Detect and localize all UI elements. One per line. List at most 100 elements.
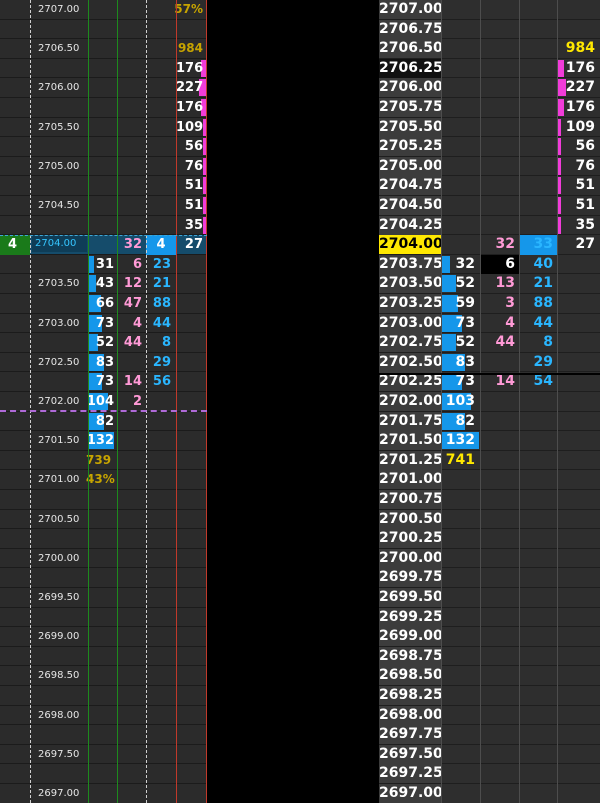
ask-volume: 35 [575,216,595,233]
price-cell[interactable]: 2701.50 [379,431,441,451]
price-cell[interactable]: 2697.25 [379,764,441,784]
ladder-row[interactable]: 2706.25 176 [379,58,600,79]
ladder-row[interactable]: 2705.50 109 [379,117,600,138]
bid-traded: 32 [123,237,142,253]
price-label: 2702.00 [38,396,80,407]
ladder-row[interactable]: 2700.00 [379,548,600,569]
price-cell[interactable]: 2706.00 [379,78,441,98]
price-cell[interactable]: 2705.50 [379,117,441,137]
ladder-row[interactable]: 2698.25 [379,686,600,706]
price-cell[interactable]: 2705.25 [379,137,441,157]
price-cell[interactable]: 2702.50 [379,352,441,372]
ladder-row[interactable]: 2700.25 [379,529,600,549]
price-cell[interactable]: 2699.25 [379,607,441,627]
ladder-row[interactable]: 2706.75 [379,19,600,40]
ladder-row[interactable]: 2699.50 [379,588,600,608]
price-cell[interactable]: 2698.75 [379,646,441,666]
price-cell[interactable]: 2706.25 [379,58,441,78]
price-cell[interactable]: 2700.00 [379,548,441,568]
price-cell[interactable]: 2700.25 [379,529,441,549]
ladder-row[interactable]: 2706.50 984 [379,39,600,59]
price-cell[interactable]: 2699.00 [379,627,441,647]
price-cell[interactable]: 2703.75 [379,254,441,274]
bid-volume: 103 [445,393,475,409]
price-cell[interactable]: 2698.50 [379,666,441,686]
price-cell[interactable]: 2706.50 [379,39,441,59]
price-cell[interactable]: 2704.75 [379,176,441,196]
ladder-row[interactable]: 2702.00 103 [379,392,600,412]
ladder-row[interactable]: 2697.50 [379,744,600,765]
price-cell[interactable]: 2700.50 [379,509,441,529]
bid-volume: 741 [445,451,475,468]
price-cell[interactable]: 2706.75 [379,19,441,39]
ladder-row[interactable]: 2704.50 51 [379,196,600,216]
price-label: 2699.00 [38,631,80,643]
ask-traded: 12 [123,276,142,292]
ask-volume: 227 [565,79,595,96]
ladder-row[interactable]: 2704.75 51 [379,176,600,196]
price-cell[interactable]: 2700.75 [379,490,441,509]
ladder-row[interactable]: 2701.50 132 [379,431,600,451]
bought-volume: 21 [533,275,553,292]
ladder-row[interactable]: 2704.25 35 [379,215,600,236]
ladder-row[interactable]: 2705.75 176 [379,98,600,118]
ladder-row[interactable]: 2701.00 [379,470,600,490]
price-cell[interactable]: 2707.00 [379,0,441,19]
ask-volume: 27 [575,236,595,253]
ladder-row[interactable]: 2704.00 32 33 27 [379,235,600,255]
ladder-row[interactable]: 2700.75 [379,490,600,510]
price-cell[interactable]: 2701.00 [379,470,441,490]
price-cell[interactable]: 2697.00 [379,784,441,803]
ladder-row[interactable]: 2703.25 59 3 88 [379,294,600,314]
price-label: 2703.00 [38,317,80,329]
bid-traded: 29 [152,354,171,370]
price-cell[interactable]: 2699.50 [379,588,441,607]
ladder-row[interactable]: 2703.75 32 6 40 [379,254,600,275]
ladder-row[interactable]: 2701.25 741 [379,450,600,471]
price-cell[interactable]: 2703.25 [379,294,441,313]
ladder-row[interactable]: 2697.00 [379,784,600,803]
price-cell[interactable]: 2701.25 [379,450,441,470]
price-cell[interactable]: 2704.25 [379,215,441,235]
ladder-row[interactable]: 2703.00 73 4 44 [379,313,600,334]
ladder-row[interactable]: 2707.00 [379,0,600,20]
ladder-row[interactable]: 2698.00 [379,705,600,726]
price-cell[interactable]: 2702.75 [379,333,441,353]
price-cell[interactable]: 2701.75 [379,411,441,431]
ladder-row[interactable]: 2698.75 [379,646,600,667]
price-cell[interactable]: 2703.50 [379,274,441,294]
price-cell[interactable]: 2697.50 [379,744,441,764]
ask-volume: 56 [184,139,203,155]
price-cell[interactable]: 2703.00 [379,313,441,333]
ask-volume: 227 [176,80,204,96]
ladder-row[interactable]: 2697.75 [379,725,600,745]
price-cell[interactable]: 2705.00 [379,156,441,176]
ladder-row[interactable]: 2700.50 [379,509,600,530]
price-cell[interactable]: 2698.00 [379,705,441,725]
price-cell[interactable]: 2702.00 [379,392,441,411]
ladder-row[interactable]: 2701.75 82 [379,411,600,432]
bid-volume: 52 [455,275,475,292]
ladder-row[interactable]: 2705.00 76 [379,156,600,177]
ask-traded: 6 [132,256,142,272]
price-cell[interactable]: 2697.75 [379,725,441,745]
price-cell[interactable]: 2704.00 [379,235,441,255]
ladder-row[interactable]: 2698.50 [379,666,600,686]
session-line [379,373,600,376]
ladder-row[interactable]: 2706.00 227 [379,78,600,98]
ladder-row[interactable]: 2703.50 52 13 21 [379,274,600,294]
ladder-row[interactable]: 2699.25 [379,607,600,628]
price-cell[interactable]: 2704.50 [379,196,441,215]
ladder-row[interactable]: 2702.75 52 44 8 [379,333,600,353]
price-cell[interactable]: 2698.25 [379,686,441,705]
ladder-row[interactable]: 2702.50 83 29 [379,352,600,373]
ask-volume: 109 [176,119,204,135]
bid-volume: 52 [455,334,475,351]
ladder-row[interactable]: 2699.00 [379,627,600,647]
ladder-row[interactable]: 2699.75 [379,568,600,588]
ladder-row[interactable]: 2705.25 56 [379,137,600,157]
price-label: 2700.50 [38,513,80,525]
price-cell[interactable]: 2699.75 [379,568,441,588]
ladder-row[interactable]: 2697.25 [379,764,600,784]
price-cell[interactable]: 2705.75 [379,98,441,117]
